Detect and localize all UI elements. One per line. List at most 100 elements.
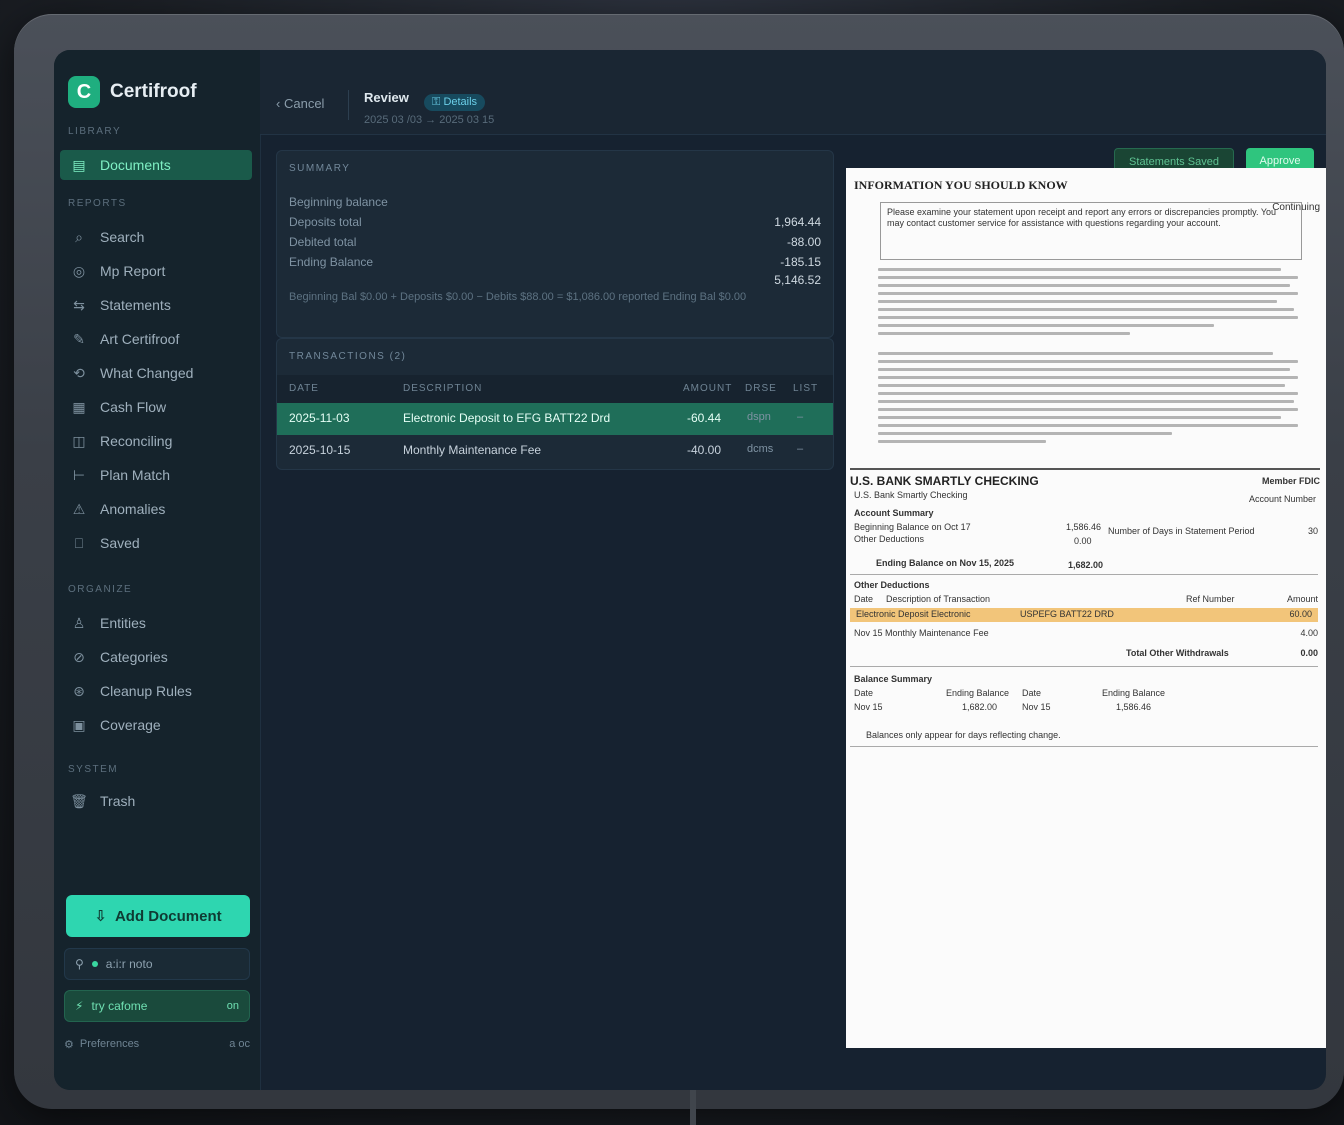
row-type: dcms	[747, 443, 774, 455]
link-icon: ⚲	[75, 957, 84, 971]
row-description: Nov 15 Monthly Maintenance Fee	[854, 628, 989, 638]
total-label: Total Other Withdrawals	[1126, 648, 1229, 658]
add-document-label: Add Document	[114, 907, 222, 925]
rules-icon: ⊛	[73, 682, 85, 699]
diff-icon: ⟲	[73, 364, 85, 381]
summary-label: Debited total	[289, 235, 357, 249]
document-header: INFORMATION YOU SHOULD KNOW	[854, 178, 1068, 192]
row-date: 2025-10-15	[289, 443, 351, 457]
row-date: 2025-11-03	[289, 411, 350, 425]
table-row[interactable]: 2025-10-15 Monthly Maintenance Fee -40.0…	[277, 435, 833, 467]
row-list: –	[797, 411, 804, 423]
sidebar-item-statements[interactable]: ⇆ Statements	[60, 290, 252, 320]
sidebar-item-reconciling[interactable]: ◫ Reconciling	[60, 426, 252, 456]
preferences-row[interactable]: ⚙ Preferences a oc	[64, 1038, 250, 1051]
summary-row: 5,146.52	[289, 273, 821, 287]
days-value: 30	[1307, 526, 1318, 536]
notice-box: Please examine your statement upon recei…	[880, 202, 1302, 260]
highlighted-description: Electronic Deposit Electronic	[856, 609, 971, 619]
sidebar-item-label: Cash Flow	[100, 399, 167, 415]
summary-label: Ending Balance	[289, 255, 374, 269]
page-title: Review	[364, 90, 409, 105]
sidebar-item-report[interactable]: ◎ Mp Report	[60, 256, 252, 286]
column-header-type[interactable]: DRSE	[745, 383, 777, 394]
chevron-left-icon: ‹	[276, 96, 281, 111]
row-description: Electronic Deposit to EFG BATT22 Drd	[403, 411, 611, 425]
summary-value: -185.15	[780, 255, 821, 269]
column-header-list[interactable]: LIST	[793, 383, 818, 394]
divider	[850, 746, 1318, 747]
beginning-balance-value: 1,586.46	[1066, 522, 1102, 532]
section-label-system: SYSTEM	[68, 764, 119, 775]
column-header-date[interactable]: DATE	[289, 383, 319, 394]
sidebar-item-label: Art Certifroof	[100, 331, 180, 347]
coverage-icon: ▣	[72, 716, 86, 733]
app-name: Certifroof	[110, 81, 197, 102]
sidebar-item-cash-flow[interactable]: ▦ Cash Flow	[60, 392, 252, 422]
row-amount: -40.00	[687, 443, 722, 457]
warning-icon: ⚠	[72, 500, 86, 517]
bs-column-date-2: Date	[1022, 688, 1042, 698]
account-summary-label: Account Summary	[854, 508, 934, 518]
sidebar-item-entities[interactable]: ♙ Entities	[60, 608, 252, 638]
sidebar-item-label: What Changed	[100, 365, 194, 381]
table-row[interactable]: 2025-11-03 Electronic Deposit to EFG BAT…	[277, 403, 833, 435]
account-section-title: U.S. BANK SMARTLY CHECKING	[850, 468, 1320, 488]
sidebar-item-label: Categories	[100, 649, 168, 665]
row-amount: -60.44	[687, 411, 722, 425]
table-header: DATE DESCRIPTION AMOUNT DRSE LIST	[277, 375, 833, 403]
sidebar-item-saved[interactable]: ⎕ Saved	[60, 528, 252, 558]
back-button[interactable]: ‹ Cancel	[276, 96, 324, 111]
sidebar-item-documents[interactable]: ▤ Documents	[60, 150, 252, 180]
sidebar-item-trash[interactable]: 🗑 Trash	[60, 786, 252, 816]
monitor-stand	[690, 1085, 696, 1125]
sidebar-item-categories[interactable]: ⊘ Categories	[60, 642, 252, 672]
section-label-reports: REPORTS	[68, 198, 127, 209]
footnote: Balances only appear for days reflecting…	[866, 730, 1061, 740]
transactions-title: TRANSACTIONS (2)	[289, 351, 407, 362]
sidebar-item-what-changed[interactable]: ⟲ What Changed	[60, 358, 252, 388]
sidebar-item-cleanup-rules[interactable]: ⊛ Cleanup Rules	[60, 676, 252, 706]
ending-balance-label: Ending Balance on Nov 15, 2025	[876, 558, 1015, 568]
connection-status-text: try cafome	[91, 999, 148, 1013]
connection-status[interactable]: ⚡ try cafome on	[64, 990, 250, 1022]
row-type: dspn	[747, 411, 771, 423]
brand[interactable]: C Certifroof	[68, 76, 197, 108]
bs-column-date: Date	[854, 688, 874, 698]
details-badge[interactable]: ⚿ Details	[424, 94, 486, 111]
sidebar-item-search[interactable]: ⌕ Search	[60, 222, 252, 252]
upload-icon: ⇩	[94, 908, 107, 925]
reconcile-icon: ◫	[72, 432, 86, 449]
preferences-end: a oc	[229, 1038, 250, 1050]
entities-icon: ♙	[72, 614, 86, 631]
days-label: Number of Days in Statement Period	[1108, 526, 1255, 536]
statements-icon: ⇆	[73, 296, 85, 313]
summary-row: Ending Balance -185.15	[289, 255, 821, 269]
sidebar-item-plan-match[interactable]: ⊢ Plan Match	[60, 460, 252, 490]
sync-status[interactable]: ⚲ a:i:r noto	[64, 948, 250, 980]
sidebar-item-anomalies[interactable]: ⚠ Anomalies	[60, 494, 252, 524]
logo-icon: C	[68, 76, 100, 108]
summary-panel: SUMMARY Beginning balance Deposits total…	[276, 150, 834, 338]
app-window: C Certifroof LIBRARY ▤ Documents REPORTS…	[54, 50, 1326, 1090]
document-viewer[interactable]: INFORMATION YOU SHOULD KNOW Continuing P…	[846, 168, 1326, 1048]
cashflow-icon: ▦	[72, 398, 86, 415]
sidebar-item-coverage[interactable]: ▣ Coverage	[60, 710, 252, 740]
bs-row-date-2: Nov 15	[1022, 702, 1051, 712]
total-value: 0.00	[1300, 648, 1318, 658]
sidebar-item-certify[interactable]: ✎ Art Certifroof	[60, 324, 252, 354]
row-description: Monthly Maintenance Fee	[403, 443, 542, 457]
plan-icon: ⊢	[72, 466, 86, 483]
highlighted-row[interactable]: Electronic Deposit Electronic USPEFG BAT…	[850, 608, 1318, 622]
summary-value: -88.00	[786, 235, 821, 249]
column-header-amount[interactable]: AMOUNT	[683, 383, 732, 394]
gear-icon: ⚙	[64, 1039, 74, 1051]
sidebar-item-label: Documents	[100, 157, 171, 173]
highlighted-amount: 60.00	[1289, 609, 1312, 619]
add-document-button[interactable]: ⇩ Add Document	[66, 895, 250, 937]
back-label: Cancel	[283, 96, 325, 111]
section-label-organize: ORGANIZE	[68, 584, 133, 595]
bookmark-icon: ⎕	[74, 534, 84, 551]
summary-value: 1,964.44	[774, 215, 821, 229]
column-header-description[interactable]: DESCRIPTION	[403, 383, 482, 394]
